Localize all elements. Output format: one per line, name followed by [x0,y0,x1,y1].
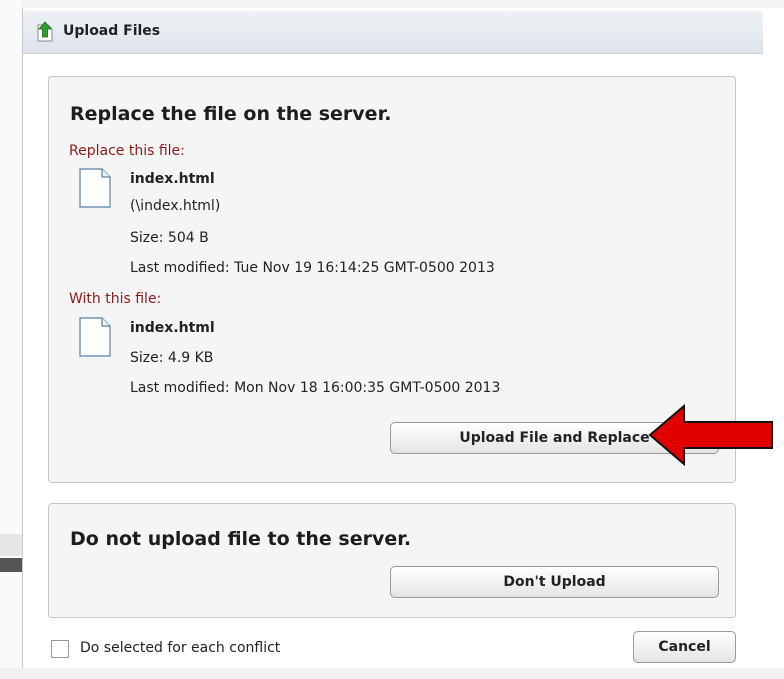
background-left [0,0,22,679]
background-edge [0,534,22,556]
cancel-button[interactable]: Cancel [633,631,736,663]
do-for-each-conflict-label: Do selected for each conflict [80,640,281,656]
upload-arrow-icon [37,21,53,42]
document-icon [79,317,111,357]
do-not-upload-heading: Do not upload file to the server. [70,528,412,550]
server-file-modified: Last modified: Tue Nov 19 16:14:25 GMT-0… [130,260,495,276]
server-file-size: Size: 504 B [130,230,209,246]
dialog-titlebar: Upload Files [23,11,763,54]
replace-heading: Replace the file on the server. [70,103,392,125]
do-for-each-conflict-checkbox[interactable] [51,640,69,658]
replace-section: Replace the file on the server. Replace … [48,76,736,483]
local-file-size: Size: 4.9 KB [130,350,214,366]
replace-this-file-label: Replace this file: [69,143,185,159]
with-this-file-label: With this file: [69,291,162,307]
document-icon [79,168,111,208]
do-not-upload-section: Do not upload file to the server. Don't … [48,503,736,618]
local-file-modified: Last modified: Mon Nov 18 16:00:35 GMT-0… [130,380,501,396]
dont-upload-button[interactable]: Don't Upload [390,566,719,598]
background-edge-dark [0,558,22,572]
dialog-title: Upload Files [63,23,161,39]
red-arrow-icon [648,404,773,466]
upload-files-dialog: Upload Files Replace the file on the ser… [22,8,763,668]
local-file-name: index.html [130,320,215,336]
server-file-path: (\index.html) [130,198,221,214]
background-top [0,0,784,8]
background-bottom [0,668,784,679]
server-file-name: index.html [130,171,215,187]
